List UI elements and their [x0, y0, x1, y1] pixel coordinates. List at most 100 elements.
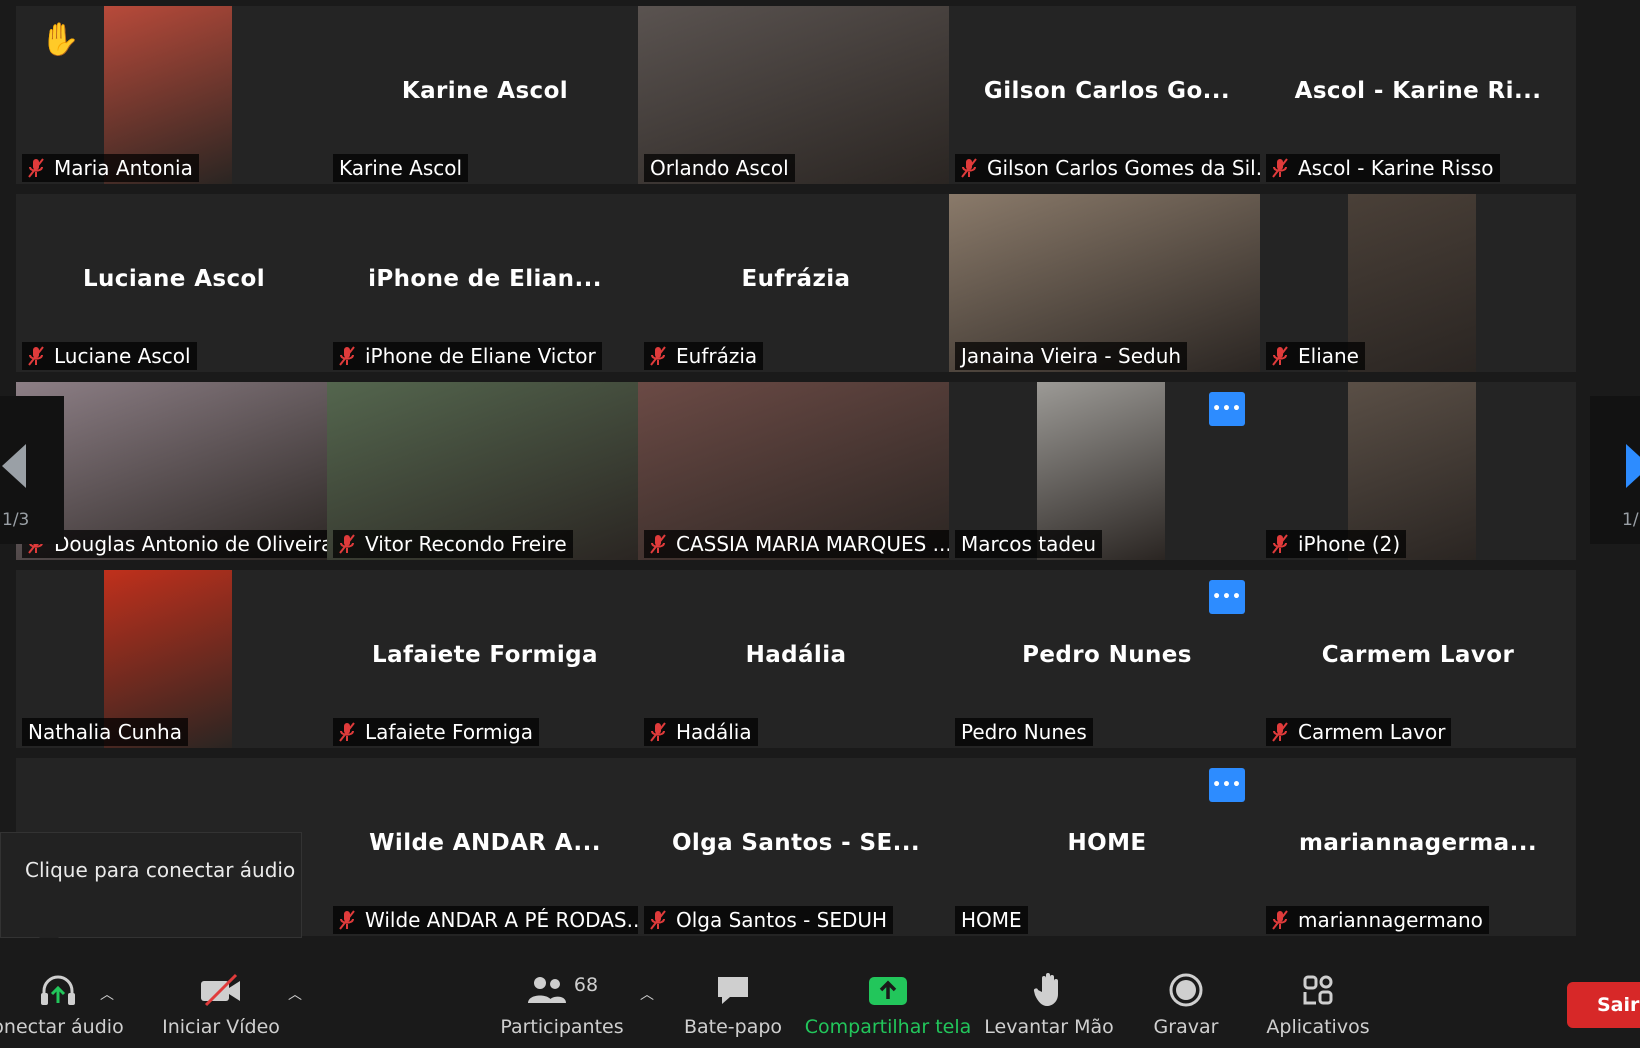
participant-tile[interactable]: ✋ Maria Antonia — [16, 6, 332, 184]
participant-name-tag: Gilson Carlos Gomes da Sil... — [955, 154, 1265, 182]
arrow-right-icon — [1626, 444, 1640, 488]
participant-name-tag: Janaina Vieira - Seduh — [955, 342, 1188, 370]
mic-muted-icon — [339, 346, 355, 366]
participant-tile[interactable]: Orlando Ascol — [638, 6, 954, 184]
mic-muted-icon — [1272, 346, 1288, 366]
mic-muted-icon — [28, 346, 44, 366]
participant-tile[interactable]: Pedro Nunes ••• Pedro Nunes — [949, 570, 1265, 748]
page-indicator-left: 1/3 — [2, 510, 30, 530]
video-grid: ✋ Maria Antonia Karine Ascol Karine Ascol Or… — [0, 0, 1640, 936]
participant-name-tag: Carmem Lavor — [1266, 718, 1452, 746]
participant-name-label: Lafaiete Formiga — [365, 720, 533, 744]
participant-name-tag: Wilde ANDAR A PÉ RODAS... — [333, 906, 643, 934]
participant-name-label: HOME — [961, 908, 1022, 932]
participant-name-tag: Hadália — [644, 718, 758, 746]
participant-name-label: Olga Santos - SEDUH — [676, 908, 888, 932]
participant-tile[interactable]: Carmem Lavor Carmem Lavor — [1260, 570, 1576, 748]
video-off-icon — [201, 973, 240, 1007]
next-page-button[interactable]: 1/ — [1590, 396, 1640, 544]
participant-tile[interactable]: Vitor Recondo Freire — [327, 382, 643, 560]
participants-options-caret[interactable]: ︿ — [640, 984, 654, 1004]
share-screen-button[interactable]: Compartilhar tela — [805, 938, 971, 1048]
record-button[interactable]: Gravar — [1150, 938, 1222, 1048]
participant-name-label: CASSIA MARIA MARQUES ... — [676, 532, 952, 556]
participant-name-tag: Douglas Antonio de Oliveira — [22, 530, 332, 558]
participant-tile[interactable]: iPhone (2) — [1260, 382, 1576, 560]
participant-name-tag: Orlando Ascol — [644, 154, 795, 182]
participant-name-label: Hadália — [676, 720, 752, 744]
mic-muted-icon — [1272, 534, 1288, 554]
participant-name-label: Janaina Vieira - Seduh — [961, 344, 1182, 368]
previous-page-button[interactable]: 1/3 — [0, 396, 64, 544]
arrow-left-icon — [2, 444, 26, 488]
participant-name-tag: Ascol - Karine Risso — [1266, 154, 1500, 182]
share-screen-icon — [869, 977, 907, 1005]
participant-name-tag: Lafaiete Formiga — [333, 718, 539, 746]
apps-icon — [1303, 975, 1333, 1005]
participant-tile[interactable]: mariannagerma... mariannagermano — [1260, 758, 1576, 936]
participant-tile[interactable]: Karine Ascol Karine Ascol — [327, 6, 643, 184]
participant-tile[interactable]: Ascol - Karine Ri... Ascol - Karine Risso — [1260, 6, 1576, 184]
share-screen-label: Compartilhar tela — [804, 1016, 972, 1038]
mic-muted-icon — [339, 722, 355, 742]
participant-tile[interactable]: Hadália Hadália — [638, 570, 954, 748]
audio-options-caret[interactable]: ︿ — [100, 984, 114, 1004]
participant-tile[interactable]: Luciane Ascol Luciane Ascol — [16, 194, 332, 372]
participants-count: 68 — [573, 974, 599, 996]
mic-muted-icon — [28, 158, 44, 178]
participant-tile[interactable]: CASSIA MARIA MARQUES ... — [638, 382, 954, 560]
chat-bubble-icon — [718, 977, 748, 1004]
participant-name-tag: Pedro Nunes — [955, 718, 1093, 746]
participant-tile[interactable]: iPhone de Elian... iPhone de Eliane Victo… — [327, 194, 643, 372]
participant-tile[interactable]: ••• Marcos tadeu — [949, 382, 1265, 560]
mic-muted-icon — [650, 346, 666, 366]
more-options-button[interactable]: ••• — [1209, 580, 1245, 614]
participant-name-tag: mariannagermano — [1266, 906, 1489, 934]
participant-tile[interactable]: HOME ••• HOME — [949, 758, 1265, 936]
mic-muted-icon — [339, 534, 355, 554]
participant-name-tag: Nathalia Cunha — [22, 718, 188, 746]
participant-name-label: Karine Ascol — [339, 156, 463, 180]
apps-label: Aplicativos — [1266, 1016, 1370, 1038]
participant-name-tag: Karine Ascol — [333, 154, 469, 182]
connect-audio-tooltip: Clique para conectar áudio — [0, 832, 302, 947]
participants-icon — [527, 977, 566, 1003]
participant-tile[interactable]: Nathalia Cunha — [16, 570, 332, 748]
more-options-button[interactable]: ••• — [1209, 768, 1245, 802]
participant-tile[interactable]: Olga Santos - SE... Olga Santos - SEDUH — [638, 758, 954, 936]
connect-audio-label: onectar áudio — [0, 1016, 124, 1038]
participant-tile[interactable]: Lafaiete Formiga Lafaiete Formiga — [327, 570, 643, 748]
participant-name-label: iPhone de Eliane Victor — [365, 344, 596, 368]
participant-tile[interactable]: Wilde ANDAR A... Wilde ANDAR A PÉ RODAS..… — [327, 758, 643, 936]
tooltip-text: Clique para conectar áudio — [25, 858, 296, 882]
participant-name-label: Nathalia Cunha — [28, 720, 182, 744]
participant-name-label: mariannagermano — [1298, 908, 1483, 932]
leave-button[interactable]: Sair — [1567, 982, 1640, 1028]
participant-name-label: iPhone (2) — [1298, 532, 1401, 556]
connect-audio-button[interactable]: onectar áudio — [0, 938, 124, 1048]
record-label: Gravar — [1153, 1016, 1219, 1038]
participant-name-label: Carmem Lavor — [1298, 720, 1446, 744]
more-options-button[interactable]: ••• — [1209, 392, 1245, 426]
participant-name-tag: Eufrázia — [644, 342, 764, 370]
participant-name-label: Vitor Recondo Freire — [365, 532, 567, 556]
apps-button[interactable]: Aplicativos — [1266, 938, 1370, 1048]
participant-name-tag: Maria Antonia — [22, 154, 199, 182]
mic-muted-icon — [961, 158, 977, 178]
participant-tile[interactable]: Eliane — [1260, 194, 1576, 372]
participant-tile[interactable]: Eufrázia Eufrázia — [638, 194, 954, 372]
chat-button[interactable]: Bate-papo — [680, 938, 786, 1048]
participant-name-tag: Eliane — [1266, 342, 1365, 370]
participant-tile[interactable]: Janaina Vieira - Seduh — [949, 194, 1265, 372]
participant-name-label: Gilson Carlos Gomes da Sil... — [987, 156, 1265, 180]
participant-name-label: Maria Antonia — [54, 156, 193, 180]
participant-tile[interactable]: Gilson Carlos Go... Gilson Carlos Gomes d… — [949, 6, 1265, 184]
video-options-caret[interactable]: ︿ — [288, 984, 302, 1004]
participants-label: Participantes — [500, 1016, 624, 1038]
raise-hand-button[interactable]: Levantar Mão — [984, 938, 1114, 1048]
participants-button[interactable]: 68 Participantes — [500, 938, 624, 1048]
participant-name-tag: Vitor Recondo Freire — [333, 530, 573, 558]
participant-name-tag: iPhone (2) — [1266, 530, 1407, 558]
start-video-button[interactable]: Iniciar Vídeo — [158, 938, 284, 1048]
participant-name-label: Orlando Ascol — [650, 156, 789, 180]
